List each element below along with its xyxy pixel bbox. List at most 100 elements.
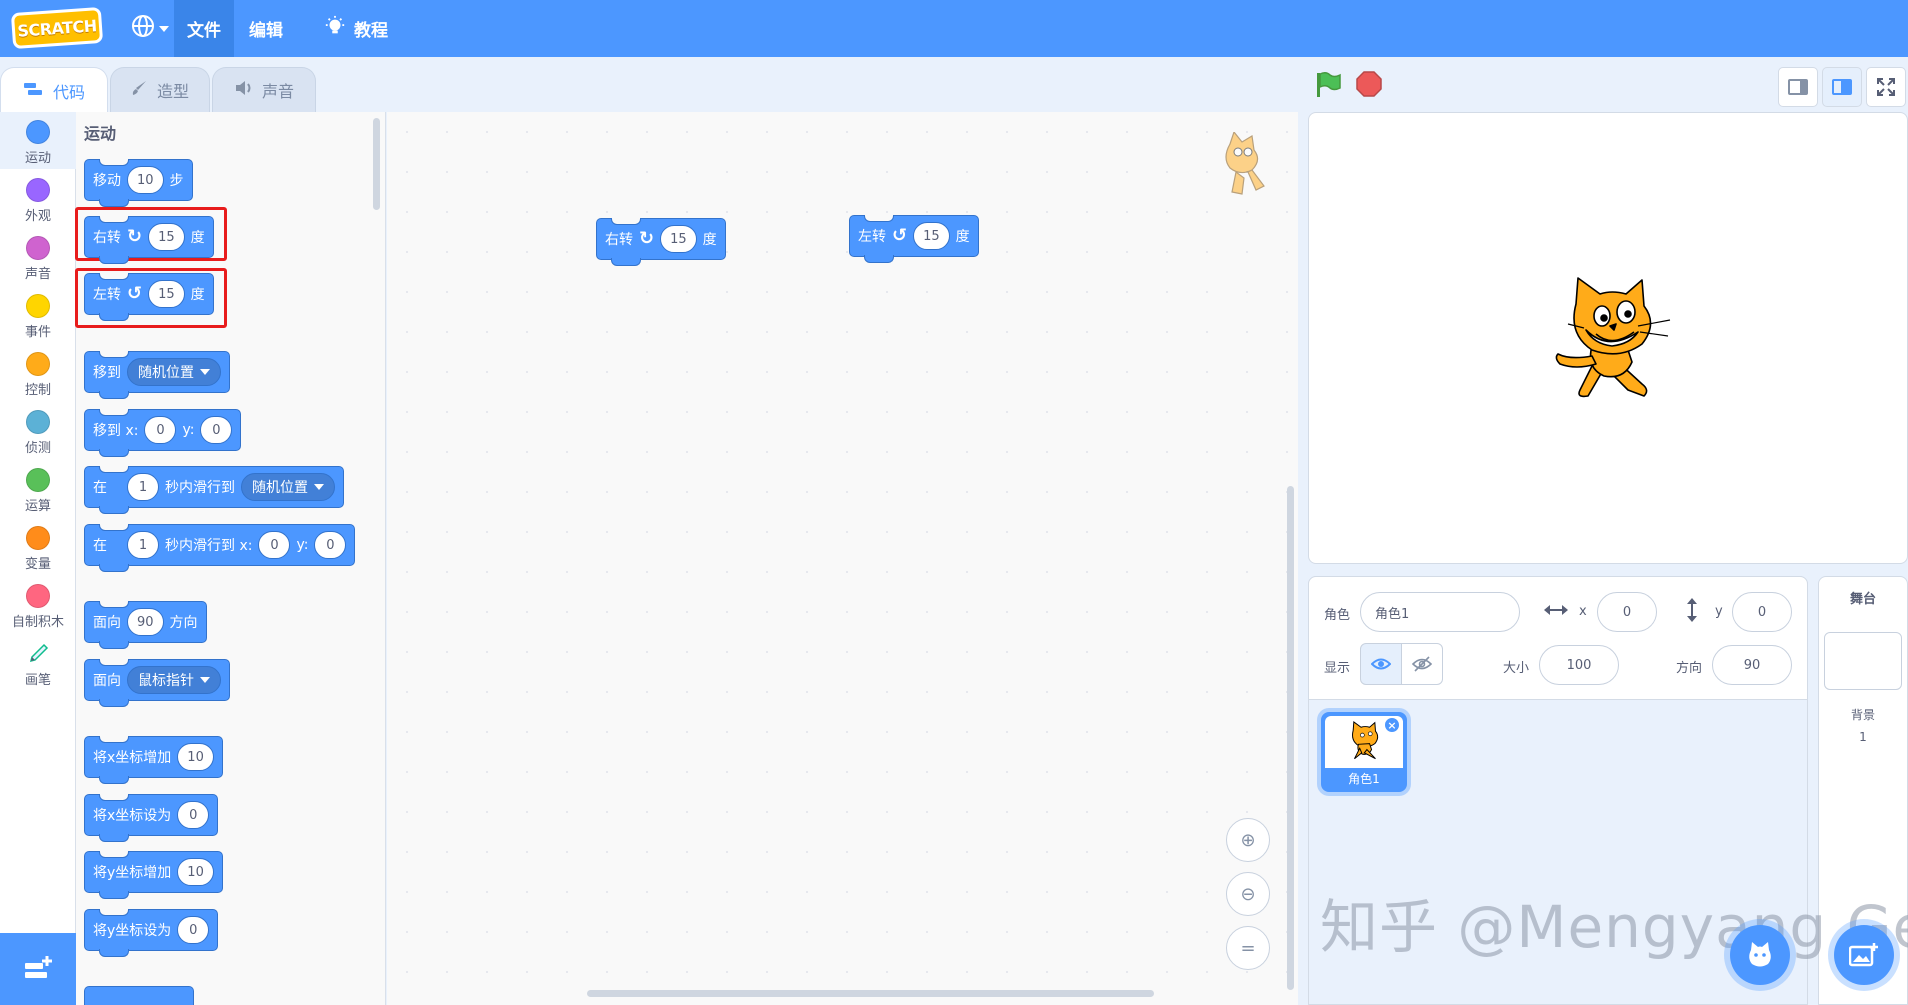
tab-code-label: 代码 bbox=[52, 83, 85, 102]
block-goto[interactable]: 移到 随机位置 bbox=[84, 351, 230, 399]
pen-icon bbox=[26, 642, 50, 666]
block-text: 面向 bbox=[93, 673, 121, 689]
tab-sounds[interactable]: 声音 bbox=[212, 67, 316, 112]
tutorials-label: 教程 bbox=[354, 21, 388, 41]
y-change-input[interactable]: 10 bbox=[177, 858, 214, 886]
tab-code[interactable]: 代码 bbox=[0, 67, 108, 114]
category-variables[interactable]: 变量 bbox=[0, 518, 76, 575]
zoom-reset-button[interactable]: = bbox=[1226, 926, 1270, 970]
palette-section-title: 运动 bbox=[84, 124, 117, 143]
size-field[interactable]: 100 bbox=[1539, 645, 1619, 685]
category-pen[interactable]: 画笔 bbox=[0, 634, 76, 691]
zoom-out-button[interactable]: ⊖ bbox=[1226, 872, 1270, 916]
choose-sprite-button[interactable] bbox=[1730, 925, 1790, 985]
block-turn-left[interactable]: 左转 ↺ 15 度 bbox=[84, 273, 214, 321]
rotate-clockwise-icon: ↻ bbox=[639, 228, 655, 249]
block-text: 步 bbox=[169, 173, 184, 189]
degrees-input[interactable]: 15 bbox=[660, 225, 697, 253]
x-value-input[interactable]: 0 bbox=[177, 801, 210, 829]
glide-target-dropdown[interactable]: 随机位置 bbox=[241, 473, 335, 501]
fullscreen-button[interactable] bbox=[1866, 67, 1906, 107]
hide-sprite-button[interactable] bbox=[1401, 643, 1443, 685]
menu-bar: SCRATCH 文件 编辑 教程 bbox=[0, 0, 1908, 57]
category-my-blocks[interactable]: 自制积木 bbox=[0, 576, 76, 633]
goto-target-dropdown[interactable]: 随机位置 bbox=[127, 358, 221, 386]
language-menu[interactable] bbox=[122, 0, 178, 57]
delete-sprite-button[interactable]: × bbox=[1383, 716, 1401, 734]
workspace-block-turn-left[interactable]: 左转 ↺ 15 度 bbox=[849, 215, 979, 263]
script-workspace[interactable] bbox=[387, 112, 1298, 1005]
y-label: y bbox=[1715, 604, 1723, 619]
category-control[interactable]: 控制 bbox=[0, 344, 76, 401]
green-flag-button[interactable] bbox=[1313, 70, 1343, 100]
looks-dot-icon bbox=[26, 178, 50, 202]
degrees-input[interactable]: 15 bbox=[913, 222, 950, 250]
category-sensing[interactable]: 侦测 bbox=[0, 402, 76, 459]
add-extension-button[interactable] bbox=[0, 933, 76, 1005]
cat-face-icon bbox=[1749, 942, 1771, 967]
degrees-input[interactable]: 15 bbox=[148, 223, 185, 251]
palette-scrollbar[interactable] bbox=[373, 118, 380, 210]
block-change-x[interactable]: 将x坐标增加 10 bbox=[84, 736, 223, 784]
equals-icon: = bbox=[1240, 937, 1256, 959]
block-set-y[interactable]: 将y坐标设为 0 bbox=[84, 909, 219, 957]
y-field[interactable]: 0 bbox=[1732, 592, 1792, 632]
block-text: y: bbox=[296, 537, 309, 553]
category-looks[interactable]: 外观 bbox=[0, 170, 76, 227]
sprite-thumbnail-name: 角色1 bbox=[1348, 772, 1380, 786]
edit-menu[interactable]: 编辑 bbox=[234, 0, 298, 57]
direction-input[interactable]: 90 bbox=[127, 608, 164, 636]
y-input[interactable]: 0 bbox=[200, 416, 233, 444]
category-events[interactable]: 事件 bbox=[0, 286, 76, 343]
block-glide-to[interactable]: 在 1 秒内滑行到 随机位置 bbox=[84, 466, 344, 514]
x-change-input[interactable]: 10 bbox=[177, 743, 214, 771]
degrees-input[interactable]: 15 bbox=[148, 280, 185, 308]
block-point-towards[interactable]: 面向 鼠标指针 bbox=[84, 659, 230, 707]
block-partial[interactable] bbox=[84, 986, 194, 1005]
workspace-vertical-scrollbar[interactable] bbox=[1287, 486, 1294, 990]
block-set-x[interactable]: 将x坐标设为 0 bbox=[84, 794, 219, 842]
block-text: 将x坐标增加 bbox=[93, 750, 172, 766]
seconds-input[interactable]: 1 bbox=[127, 531, 159, 559]
category-sound[interactable]: 声音 bbox=[0, 228, 76, 285]
tab-costumes[interactable]: 造型 bbox=[110, 67, 210, 112]
category-operators[interactable]: 运算 bbox=[0, 460, 76, 517]
lightbulb-icon bbox=[324, 15, 346, 42]
x-field[interactable]: 0 bbox=[1597, 592, 1657, 632]
stop-button[interactable] bbox=[1355, 70, 1383, 98]
seconds-input[interactable]: 1 bbox=[127, 473, 159, 501]
globe-icon bbox=[131, 14, 155, 43]
large-stage-button[interactable] bbox=[1822, 67, 1862, 107]
block-turn-right[interactable]: 右转 ↻ 15 度 bbox=[84, 216, 214, 264]
block-point-direction[interactable]: 面向 90 方向 bbox=[84, 601, 207, 649]
scratch-logo[interactable]: SCRATCH bbox=[10, 6, 104, 50]
x-input[interactable]: 0 bbox=[144, 416, 177, 444]
block-glide-xy[interactable]: 在 1 秒内滑行到 x: 0 y: 0 bbox=[84, 524, 356, 572]
x-input[interactable]: 0 bbox=[258, 531, 291, 559]
chevron-down-icon bbox=[159, 25, 169, 32]
block-change-y[interactable]: 将y坐标增加 10 bbox=[84, 851, 223, 899]
tutorials-menu[interactable]: 教程 bbox=[306, 0, 406, 57]
file-menu[interactable]: 文件 bbox=[174, 0, 234, 57]
show-sprite-button[interactable] bbox=[1360, 643, 1402, 685]
small-stage-button[interactable] bbox=[1778, 67, 1818, 107]
dropdown-caret-icon bbox=[200, 677, 210, 683]
y-input[interactable]: 0 bbox=[314, 531, 347, 559]
zoom-in-button[interactable]: ⊕ bbox=[1226, 818, 1270, 862]
choose-backdrop-button[interactable] bbox=[1834, 925, 1894, 985]
block-text: 将y坐标设为 bbox=[93, 923, 172, 939]
category-label: 外观 bbox=[24, 209, 51, 224]
cat-sprite-icon[interactable] bbox=[1546, 272, 1672, 406]
category-motion[interactable]: 运动 bbox=[0, 112, 76, 169]
steps-input[interactable]: 10 bbox=[127, 166, 164, 194]
workspace-block-turn-right[interactable]: 右转 ↻ 15 度 bbox=[596, 218, 726, 266]
block-text: 度 bbox=[702, 232, 717, 248]
y-value-input[interactable]: 0 bbox=[177, 916, 210, 944]
towards-target-dropdown[interactable]: 鼠标指针 bbox=[127, 666, 221, 694]
workspace-horizontal-scrollbar[interactable] bbox=[587, 990, 1154, 997]
sprite-name-field[interactable]: 角色1 bbox=[1360, 592, 1520, 632]
block-goto-xy[interactable]: 移到 x: 0 y: 0 bbox=[84, 409, 242, 457]
stage-thumbnail[interactable] bbox=[1824, 632, 1902, 690]
block-move-steps[interactable]: 移动 10 步 bbox=[84, 159, 193, 207]
direction-field[interactable]: 90 bbox=[1712, 645, 1792, 685]
